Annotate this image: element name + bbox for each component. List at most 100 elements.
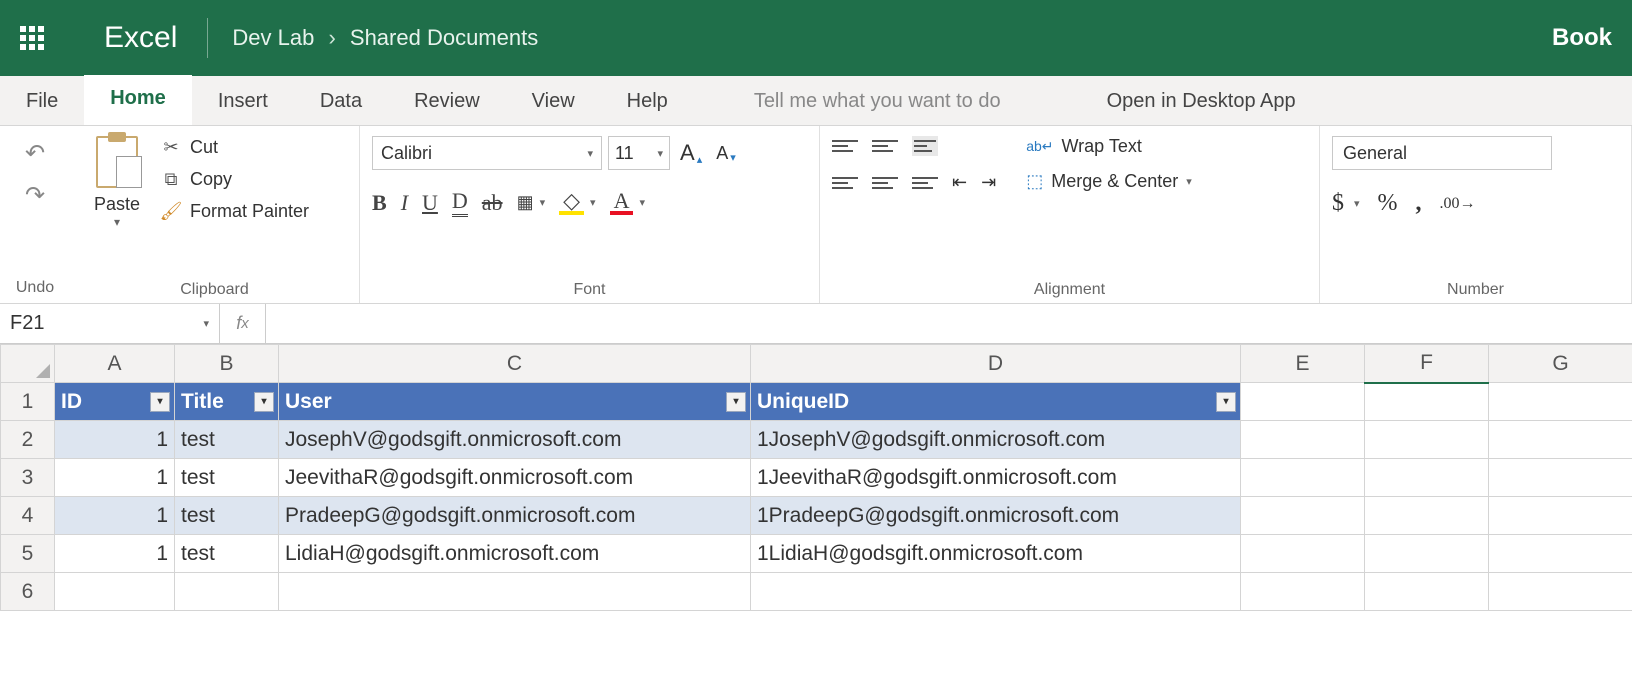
number-format-select[interactable]: General bbox=[1332, 136, 1552, 170]
increase-decimal-button[interactable]: .00→ bbox=[1440, 195, 1476, 213]
cell[interactable] bbox=[1365, 573, 1489, 611]
chevron-down-icon[interactable]: ▾ bbox=[590, 196, 596, 209]
tab-file[interactable]: File bbox=[0, 78, 84, 125]
cell[interactable]: test bbox=[175, 497, 279, 535]
row-header[interactable]: 5 bbox=[1, 535, 55, 573]
table-header-uniqueid[interactable]: UniqueID▾ bbox=[751, 383, 1241, 421]
table-header-user[interactable]: User▾ bbox=[279, 383, 751, 421]
breadcrumb-site[interactable]: Dev Lab bbox=[232, 25, 314, 50]
select-all-corner[interactable] bbox=[1, 345, 55, 383]
cell[interactable]: PradeepG@godsgift.onmicrosoft.com bbox=[279, 497, 751, 535]
cell[interactable] bbox=[1241, 383, 1365, 421]
filter-icon[interactable]: ▾ bbox=[1216, 392, 1236, 412]
cell[interactable]: 1JosephV@godsgift.onmicrosoft.com bbox=[751, 421, 1241, 459]
cell[interactable] bbox=[1365, 535, 1489, 573]
cell[interactable] bbox=[1489, 421, 1632, 459]
redo-icon[interactable]: ↷ bbox=[24, 184, 46, 206]
chevron-down-icon[interactable]: ▾ bbox=[639, 196, 645, 209]
cell[interactable]: 1 bbox=[55, 421, 175, 459]
filter-icon[interactable]: ▾ bbox=[726, 392, 746, 412]
copy-button[interactable]: ⧉ Copy bbox=[160, 168, 309, 190]
cell[interactable]: 1PradeepG@godsgift.onmicrosoft.com bbox=[751, 497, 1241, 535]
breadcrumb-library[interactable]: Shared Documents bbox=[350, 25, 538, 50]
tab-insert[interactable]: Insert bbox=[192, 78, 294, 125]
tab-view[interactable]: View bbox=[506, 78, 601, 125]
chevron-down-icon[interactable]: ▾ bbox=[540, 196, 546, 209]
borders-button[interactable]: ▦ bbox=[517, 192, 534, 213]
row-header[interactable]: 1 bbox=[1, 383, 55, 421]
italic-button[interactable]: I bbox=[401, 190, 408, 216]
cell[interactable] bbox=[1365, 383, 1489, 421]
align-center-button[interactable] bbox=[872, 173, 898, 193]
tell-me-search[interactable]: Tell me what you want to do bbox=[694, 78, 1061, 125]
cell[interactable] bbox=[1365, 497, 1489, 535]
filter-icon[interactable]: ▾ bbox=[254, 392, 274, 412]
percent-format-button[interactable]: % bbox=[1378, 190, 1398, 217]
shrink-font-button[interactable]: A▾ bbox=[712, 143, 740, 164]
cell[interactable]: test bbox=[175, 421, 279, 459]
cell[interactable] bbox=[1241, 535, 1365, 573]
cell[interactable] bbox=[279, 573, 751, 611]
cell[interactable] bbox=[1241, 573, 1365, 611]
cut-button[interactable]: ✂ Cut bbox=[160, 136, 309, 158]
col-header-C[interactable]: C bbox=[279, 345, 751, 383]
cell[interactable] bbox=[1489, 459, 1632, 497]
col-header-F[interactable]: F bbox=[1365, 345, 1489, 383]
format-painter-button[interactable]: 🖌 Format Painter bbox=[160, 200, 309, 222]
cell[interactable] bbox=[751, 573, 1241, 611]
fx-icon[interactable]: fx bbox=[220, 304, 266, 343]
tab-help[interactable]: Help bbox=[601, 78, 694, 125]
cell[interactable] bbox=[55, 573, 175, 611]
font-size-select[interactable]: 11 ▾ bbox=[608, 136, 670, 170]
cell[interactable] bbox=[1241, 459, 1365, 497]
cell[interactable] bbox=[1365, 459, 1489, 497]
align-bottom-button[interactable] bbox=[912, 136, 938, 156]
align-middle-button[interactable] bbox=[872, 136, 898, 156]
cell[interactable]: 1 bbox=[55, 497, 175, 535]
chevron-down-icon[interactable]: ▾ bbox=[1354, 197, 1360, 210]
undo-icon[interactable]: ↶ bbox=[24, 142, 46, 164]
row-header[interactable]: 3 bbox=[1, 459, 55, 497]
open-in-desktop-button[interactable]: Open in Desktop App bbox=[1081, 78, 1322, 125]
table-header-title[interactable]: Title▾ bbox=[175, 383, 279, 421]
cell[interactable] bbox=[1489, 573, 1632, 611]
cell[interactable] bbox=[1241, 497, 1365, 535]
table-header-id[interactable]: ID▾ bbox=[55, 383, 175, 421]
cell[interactable]: test bbox=[175, 535, 279, 573]
filter-icon[interactable]: ▾ bbox=[150, 392, 170, 412]
cell[interactable]: 1 bbox=[55, 535, 175, 573]
tab-review[interactable]: Review bbox=[388, 78, 506, 125]
chevron-down-icon[interactable]: ▾ bbox=[114, 215, 120, 229]
cell[interactable]: JeevithaR@godsgift.onmicrosoft.com bbox=[279, 459, 751, 497]
increase-indent-button[interactable]: ⇥ bbox=[981, 172, 996, 193]
fill-color-button[interactable]: ◇ bbox=[559, 191, 584, 215]
cell[interactable]: 1 bbox=[55, 459, 175, 497]
cell[interactable] bbox=[1241, 421, 1365, 459]
merge-center-button[interactable]: ⬚ Merge & Center ▾ bbox=[1026, 171, 1192, 192]
underline-button[interactable]: U bbox=[422, 190, 438, 216]
name-box[interactable]: F21 ▾ bbox=[0, 304, 220, 343]
cell[interactable]: test bbox=[175, 459, 279, 497]
font-name-select[interactable]: Calibri ▾ bbox=[372, 136, 602, 170]
comma-format-button[interactable]: , bbox=[1416, 190, 1422, 217]
cell[interactable]: 1LidiaH@godsgift.onmicrosoft.com bbox=[751, 535, 1241, 573]
document-name[interactable]: Book bbox=[1552, 24, 1612, 52]
align-right-button[interactable] bbox=[912, 173, 938, 193]
cell[interactable] bbox=[1489, 383, 1632, 421]
cell[interactable]: JosephV@godsgift.onmicrosoft.com bbox=[279, 421, 751, 459]
align-top-button[interactable] bbox=[832, 136, 858, 156]
spreadsheet-grid[interactable]: A B C D E F G 1 ID▾ Title▾ User▾ UniqueI… bbox=[0, 344, 1632, 611]
breadcrumb[interactable]: Dev Lab › Shared Documents bbox=[232, 25, 1552, 51]
col-header-D[interactable]: D bbox=[751, 345, 1241, 383]
cell[interactable] bbox=[175, 573, 279, 611]
cell[interactable]: LidiaH@godsgift.onmicrosoft.com bbox=[279, 535, 751, 573]
row-header[interactable]: 4 bbox=[1, 497, 55, 535]
grow-font-button[interactable]: A▴ bbox=[676, 140, 706, 166]
cell[interactable]: 1JeevithaR@godsgift.onmicrosoft.com bbox=[751, 459, 1241, 497]
cell[interactable] bbox=[1489, 535, 1632, 573]
app-launcher-icon[interactable] bbox=[20, 26, 44, 50]
wrap-text-button[interactable]: ab↵ Wrap Text bbox=[1026, 136, 1192, 157]
cell[interactable] bbox=[1365, 421, 1489, 459]
decrease-indent-button[interactable]: ⇤ bbox=[952, 172, 967, 193]
col-header-B[interactable]: B bbox=[175, 345, 279, 383]
